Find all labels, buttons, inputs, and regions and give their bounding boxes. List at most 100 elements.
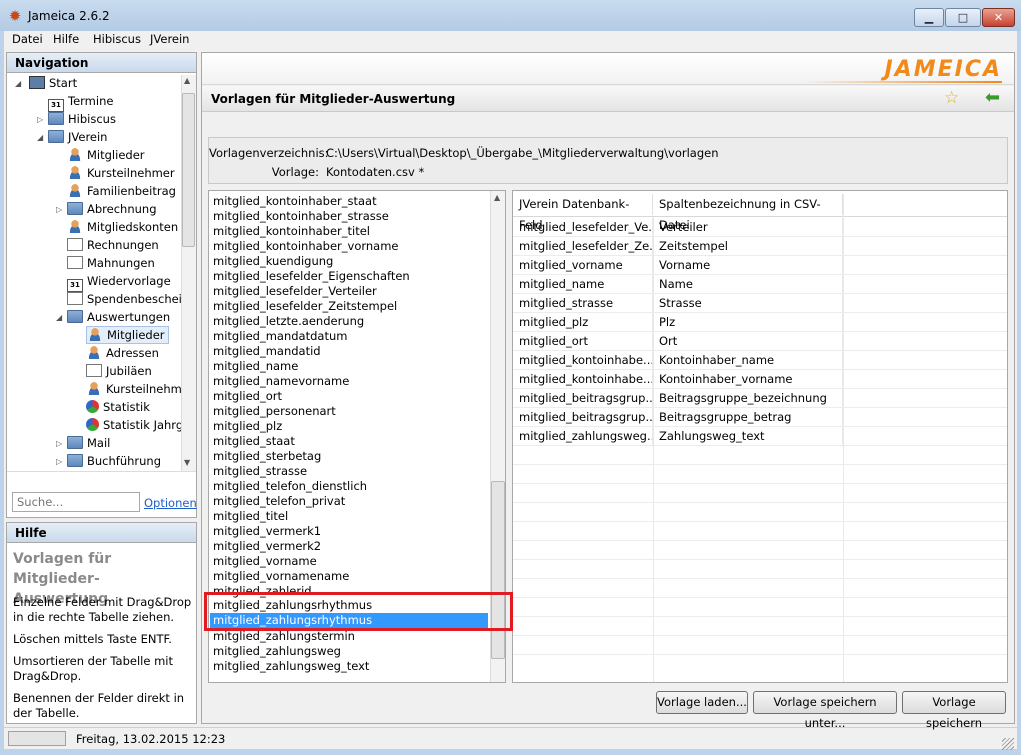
list-scrollbar-thumb[interactable] (491, 481, 505, 659)
list-item[interactable]: mitglied_kontoinhaber_strasse (213, 209, 389, 224)
nav-item-kursteilnehmer-auswertung[interactable]: Kursteilnehm (86, 380, 182, 398)
scroll-up-icon[interactable]: ▲ (184, 76, 190, 85)
list-item[interactable]: mitglied_titel (213, 509, 288, 524)
list-item[interactable]: mitglied_zahlungstermin (213, 629, 355, 644)
nav-item-mitgliedskonten[interactable]: Mitgliedskonten (67, 218, 178, 236)
list-item[interactable]: mitglied_lesefelder_Zeitstempel (213, 299, 397, 314)
scroll-down-icon[interactable]: ▼ (184, 458, 190, 467)
collapse-icon[interactable]: ◢ (56, 313, 62, 322)
table-cell[interactable]: mitglied_lesefelder_Ve... (513, 218, 653, 237)
list-item[interactable]: mitglied_personenart (213, 404, 336, 419)
table-cell[interactable]: mitglied_name (513, 275, 653, 294)
list-item[interactable]: mitglied_kontoinhaber_titel (213, 224, 370, 239)
list-item[interactable]: mitglied_lesefelder_Verteiler (213, 284, 377, 299)
list-item[interactable]: mitglied_name (213, 359, 298, 374)
list-item[interactable]: mitglied_strasse (213, 464, 307, 479)
table-cell[interactable]: Zeitstempel (653, 237, 843, 256)
nav-item-statistik[interactable]: Statistik (86, 398, 150, 416)
list-item[interactable]: mitglied_plz (213, 419, 282, 434)
nav-item-buchfuehrung[interactable]: Buchführung (67, 452, 161, 470)
nav-item-termine[interactable]: 31 Termine (48, 92, 113, 112)
save-template-button[interactable]: Vorlage speichern (902, 691, 1006, 730)
back-arrow-icon[interactable]: ⬅ (985, 87, 1000, 108)
nav-item-auswertungen[interactable]: Auswertungen (67, 308, 170, 326)
list-item[interactable]: mitglied_namevorname (213, 374, 349, 389)
list-item[interactable]: mitglied_telefon_dienstlich (213, 479, 367, 494)
column-header[interactable]: Spaltenbezeichnung in CSV-Datei (653, 194, 843, 232)
nav-item-mitglieder[interactable]: Mitglieder (67, 146, 145, 164)
list-item[interactable]: mitglied_kontoinhaber_staat (213, 194, 377, 209)
table-cell[interactable]: Kontoinhaber_name (653, 351, 843, 370)
nav-item-kursteilnehmer[interactable]: Kursteilnehmer (67, 164, 175, 182)
list-item[interactable]: mitglied_ort (213, 389, 282, 404)
table-cell[interactable]: Beitragsgruppe_bezeichnung (653, 389, 843, 408)
nav-item-rechnungen[interactable]: Rechnungen (67, 236, 159, 254)
nav-item-abrechnung[interactable]: Abrechnung (67, 200, 157, 218)
table-cell[interactable]: mitglied_vorname (513, 256, 653, 275)
menu-hibiscus[interactable]: Hibiscus (93, 32, 141, 46)
collapse-icon[interactable]: ◢ (37, 133, 43, 142)
list-item[interactable]: mitglied_kuendigung (213, 254, 333, 269)
list-item[interactable]: mitglied_vornamename (213, 569, 349, 584)
table-cell[interactable]: Plz (653, 313, 843, 332)
list-item[interactable]: mitglied_kontoinhaber_vorname (213, 239, 399, 254)
resize-grip-icon[interactable] (1002, 738, 1014, 750)
nav-item-jverein[interactable]: JVerein (48, 128, 107, 146)
nav-item-adressen[interactable]: Adressen (86, 344, 159, 362)
nav-scrollbar-thumb[interactable] (182, 93, 195, 247)
expand-icon[interactable]: ▷ (37, 115, 43, 124)
table-cell[interactable]: mitglied_zahlungsweg... (513, 427, 653, 446)
table-cell[interactable]: Name (653, 275, 843, 294)
list-item[interactable]: mitglied_zahlungsweg (213, 644, 341, 659)
table-cell[interactable]: mitglied_beitragsgrup... (513, 408, 653, 427)
nav-item-hibiscus[interactable]: Hibiscus (48, 110, 116, 128)
expand-icon[interactable]: ▷ (56, 439, 62, 448)
table-cell[interactable]: Zahlungsweg_text (653, 427, 843, 446)
nav-item-start[interactable]: Start (29, 74, 77, 92)
list-item[interactable]: mitglied_vermerk2 (213, 539, 321, 554)
menu-hilfe[interactable]: Hilfe (53, 32, 79, 46)
list-item[interactable]: mitglied_lesefelder_Eigenschaften (213, 269, 410, 284)
expand-icon[interactable]: ▷ (56, 205, 62, 214)
list-item[interactable]: mitglied_sterbetag (213, 449, 321, 464)
list-item[interactable]: mitglied_vermerk1 (213, 524, 321, 539)
nav-item-mail[interactable]: Mail (67, 434, 110, 452)
column-header[interactable]: JVerein Datenbank-Feld (513, 194, 653, 232)
close-button[interactable]: ✕ (982, 8, 1015, 27)
expand-icon[interactable]: ▷ (56, 457, 62, 466)
mapping-table[interactable]: JVerein Datenbank-Feld Spaltenbezeichnun… (512, 190, 1008, 683)
search-input[interactable] (12, 492, 140, 512)
table-cell[interactable]: mitglied_plz (513, 313, 653, 332)
table-cell[interactable]: Beitragsgruppe_betrag (653, 408, 843, 427)
table-cell[interactable]: mitglied_lesefelder_Ze... (513, 237, 653, 256)
scroll-up-icon[interactable]: ▲ (494, 193, 500, 202)
table-cell[interactable]: Strasse (653, 294, 843, 313)
nav-item-jubilaeen[interactable]: Jubiläen (86, 362, 152, 380)
table-cell[interactable]: Verteiler (653, 218, 843, 237)
list-item[interactable]: mitglied_vorname (213, 554, 317, 569)
table-cell[interactable]: Ort (653, 332, 843, 351)
maximize-button[interactable]: □ (945, 8, 981, 27)
table-cell[interactable]: mitglied_kontoinhabe... (513, 370, 653, 389)
list-item[interactable]: mitglied_letzte.aenderung (213, 314, 364, 329)
nav-item-wiedervorlage[interactable]: 31 Wiedervorlage (67, 272, 171, 292)
nav-item-auswertung-mitglieder[interactable]: Mitglieder (86, 326, 169, 344)
table-cell[interactable]: mitglied_strasse (513, 294, 653, 313)
options-link[interactable]: Optionen (144, 496, 197, 510)
table-cell[interactable]: mitglied_beitragsgrup... (513, 389, 653, 408)
collapse-icon[interactable]: ◢ (15, 79, 21, 88)
nav-item-familienbeitrag[interactable]: Familienbeitrag (67, 182, 176, 200)
list-item[interactable]: mitglied_zahlungsweg_text (213, 659, 369, 674)
list-item[interactable]: mitglied_staat (213, 434, 295, 449)
table-cell[interactable]: Kontoinhaber_vorname (653, 370, 843, 389)
nav-item-mahnungen[interactable]: Mahnungen (67, 254, 155, 272)
table-cell[interactable]: mitglied_ort (513, 332, 653, 351)
list-item[interactable]: mitglied_mandatdatum (213, 329, 347, 344)
minimize-button[interactable]: ▁ (914, 8, 944, 27)
nav-item-statistik-jahrgaenge[interactable]: Statistik Jahrg (86, 416, 183, 434)
load-template-button[interactable]: Vorlage laden... (656, 691, 748, 714)
menu-datei[interactable]: Datei (12, 32, 43, 46)
list-item[interactable]: mitglied_mandatid (213, 344, 321, 359)
menu-jverein[interactable]: JVerein (150, 32, 189, 46)
nav-item-spendenbescheinigungen[interactable]: Spendenbescheir (67, 290, 187, 308)
